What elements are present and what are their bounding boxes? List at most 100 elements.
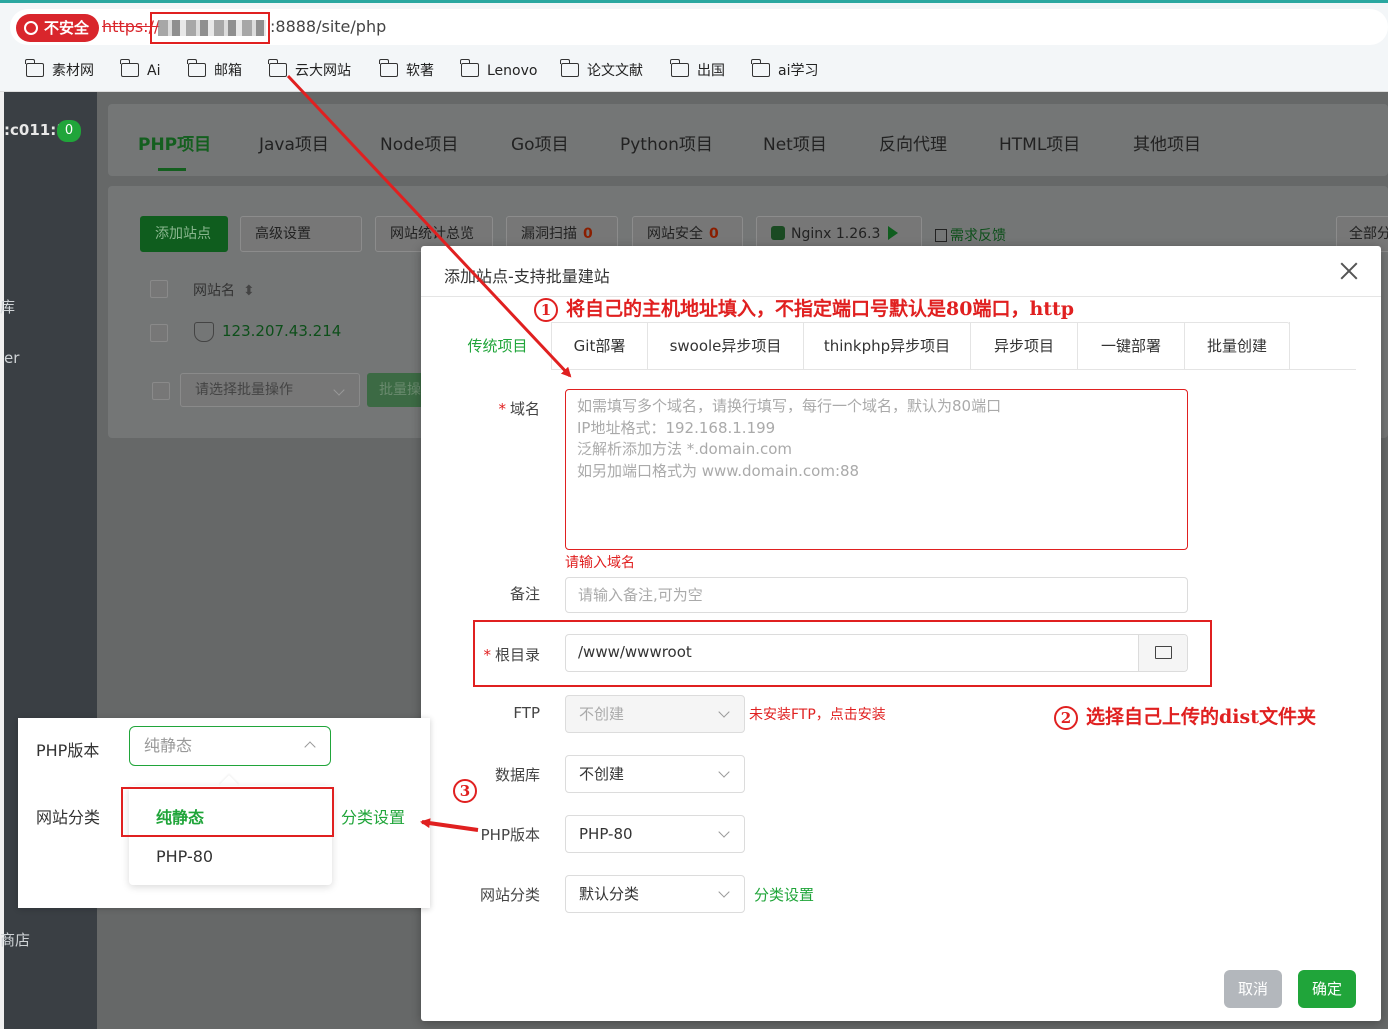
folder-icon <box>751 59 770 77</box>
tab-thinkphp[interactable]: thinkphp异步项目 <box>804 322 971 370</box>
chevron-up-icon <box>304 741 316 753</box>
confirm-button[interactable]: 确定 <box>1298 970 1356 1008</box>
col-site-name[interactable]: 网站名 ⬍ <box>193 280 255 300</box>
batch-action-select[interactable]: 请选择批量操作 <box>180 373 360 407</box>
domain-error: 请输入域名 <box>565 555 635 571</box>
chevron-down-icon <box>718 766 730 778</box>
bookmark-item[interactable]: 邮箱 <box>187 59 242 83</box>
folder-icon <box>120 59 139 77</box>
bookmark-item[interactable]: ai学习 <box>751 59 819 83</box>
tab-html[interactable]: HTML项目 <box>999 130 1080 155</box>
bookmark-label: Lenovo <box>487 63 538 79</box>
domain-label: * 域名 <box>498 400 540 418</box>
bookmark-item[interactable]: Ai <box>120 59 161 83</box>
ftp-value: 不创建 <box>579 705 625 723</box>
remark-label: 备注 <box>509 585 540 603</box>
database-value: 不创建 <box>579 765 625 783</box>
callout-category-settings[interactable]: 分类设置 <box>341 804 405 828</box>
folder-icon <box>460 59 479 77</box>
remark-input[interactable]: 请输入备注,可为空 <box>565 577 1188 613</box>
bookmark-label: 云大网站 <box>295 63 351 79</box>
sidebar-fragment[interactable]: 库 <box>0 296 15 317</box>
chevron-down-icon <box>333 384 345 396</box>
tab-java[interactable]: Java项目 <box>259 130 329 155</box>
close-icon[interactable] <box>1338 260 1360 282</box>
batch-placeholder: 请选择批量操作 <box>195 382 293 398</box>
root-dir-input[interactable]: /www/wwwroot <box>565 634 1188 672</box>
ftp-install-link[interactable]: 未安装FTP，点击安装 <box>749 704 886 724</box>
browse-folder-button[interactable] <box>1138 635 1187 671</box>
feedback-label: 需求反馈 <box>950 228 1006 244</box>
ftp-label: FTP <box>513 704 540 722</box>
insecure-badge[interactable]: 不安全 <box>16 14 100 42</box>
nginx-label: Nginx 1.26.3 <box>791 226 881 242</box>
active-tab-indicator <box>158 168 186 171</box>
url-highlight-box <box>150 12 270 44</box>
bookmark-item[interactable]: 论文文献 <box>560 59 643 83</box>
folder-icon <box>670 59 689 77</box>
tab-batch-create[interactable]: 批量创建 <box>1185 322 1290 370</box>
advanced-settings-button[interactable]: 高级设置 <box>240 216 362 252</box>
batch-checkbox[interactable] <box>152 382 170 400</box>
annotation-text: 选择自己上传的dist文件夹 <box>1086 706 1316 728</box>
annotation-number: 1 <box>534 298 558 322</box>
tab-php[interactable]: PHP项目 <box>138 130 211 155</box>
bookmark-item[interactable]: 素材网 <box>25 59 94 83</box>
bookmark-label: 论文文献 <box>587 63 643 79</box>
insecure-label: 不安全 <box>44 19 90 37</box>
ftp-select[interactable]: 不创建 <box>565 695 745 733</box>
bookmark-label: ai学习 <box>778 63 819 79</box>
cancel-button[interactable]: 取消 <box>1224 970 1282 1008</box>
php-version-value: PHP-80 <box>579 825 633 843</box>
tab-traditional[interactable]: 传统项目 <box>444 322 552 370</box>
sidebar-fragment[interactable]: er <box>4 349 19 367</box>
php-version-select[interactable]: PHP-80 <box>565 815 745 853</box>
bookmark-label: Ai <box>147 63 161 79</box>
bookmark-item[interactable]: Lenovo <box>460 59 538 83</box>
row-checkbox[interactable] <box>150 324 168 342</box>
bookmark-item[interactable]: 软著 <box>379 59 434 83</box>
bookmark-item[interactable]: 出国 <box>670 59 725 83</box>
callout-php-label: PHP版本 <box>36 741 100 760</box>
tab-net[interactable]: Net项目 <box>763 130 827 155</box>
callout-php-value: 纯静态 <box>144 736 193 755</box>
annotation-1: 1 将自己的主机地址填入，不指定端口号默认是80端口，http <box>534 294 1074 322</box>
site-name-link[interactable]: 123.207.43.214 <box>222 322 341 340</box>
chevron-down-icon <box>718 826 730 838</box>
add-site-button[interactable]: 添加站点 <box>140 216 228 252</box>
php-version-label: PHP版本 <box>480 826 540 844</box>
select-all-checkbox[interactable] <box>150 280 168 298</box>
tab-git-deploy[interactable]: Git部署 <box>552 322 648 370</box>
database-select[interactable]: 不创建 <box>565 755 745 793</box>
tab-one-click[interactable]: 一键部署 <box>1078 322 1185 370</box>
bookmark-item[interactable]: 云大网站 <box>268 59 351 83</box>
tab-swoole[interactable]: swoole异步项目 <box>648 322 804 370</box>
advanced-label: 高级设置 <box>255 226 311 242</box>
category-settings-link[interactable]: 分类设置 <box>754 884 814 905</box>
folder-icon <box>268 59 287 77</box>
tab-other[interactable]: 其他项目 <box>1133 130 1201 155</box>
tab-python[interactable]: Python项目 <box>620 130 713 155</box>
batch-action-button[interactable]: 批量操 <box>367 373 427 407</box>
callout-category-label: 网站分类 <box>36 808 101 827</box>
callout-php-select[interactable]: 纯静态 <box>129 726 331 766</box>
root-label-text: 根目录 <box>494 646 540 664</box>
annotation-2: 2 选择自己上传的dist文件夹 <box>1054 702 1316 730</box>
tab-async[interactable]: 异步项目 <box>971 322 1078 370</box>
waf-shield-icon <box>194 322 214 342</box>
category-value: 默认分类 <box>579 885 640 903</box>
domain-textarea[interactable]: 如需填写多个域名，请换行填写，每行一个域名，默认为80端口 IP地址格式：192… <box>565 389 1188 550</box>
tab-reverse-proxy[interactable]: 反向代理 <box>879 130 947 155</box>
sidebar-fragment[interactable]: 商店 <box>0 929 30 950</box>
option-php80[interactable]: PHP-80 <box>156 847 213 866</box>
category-select[interactable]: 默认分类 <box>565 875 745 913</box>
annotation-number: 2 <box>1054 706 1078 730</box>
sidebar-edge <box>0 92 4 1029</box>
server-badge: 0 <box>57 120 81 142</box>
nginx-icon <box>771 226 785 240</box>
bookmark-label: 出国 <box>697 63 725 79</box>
feedback-link[interactable]: 需求反馈 <box>935 225 1006 245</box>
tab-node[interactable]: Node项目 <box>380 130 458 155</box>
domain-label-text: 域名 <box>509 400 540 418</box>
tab-go[interactable]: Go项目 <box>511 130 569 155</box>
